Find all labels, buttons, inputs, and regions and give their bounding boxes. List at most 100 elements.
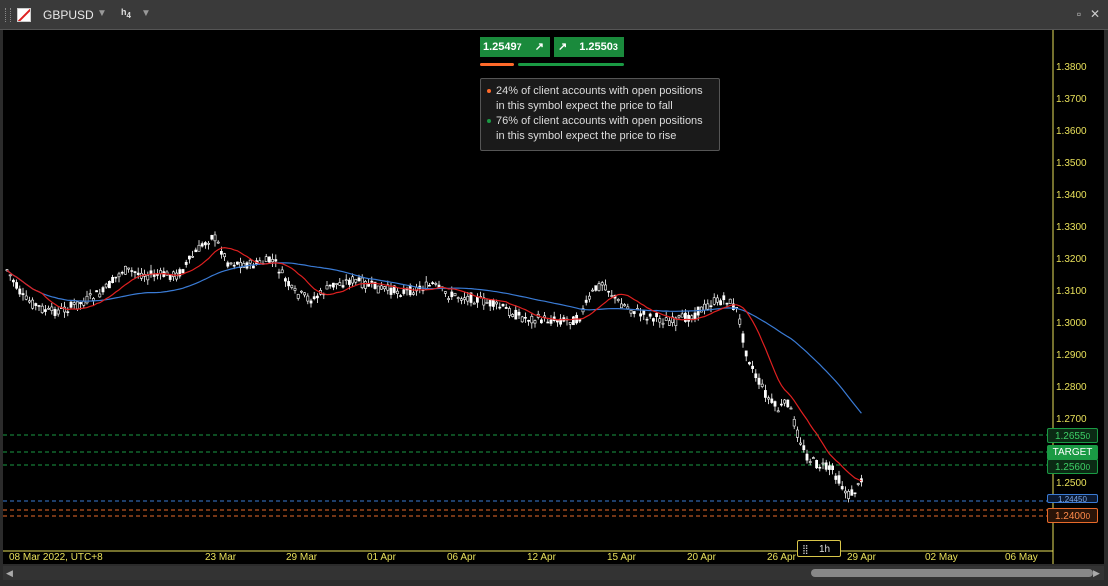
candle-body (773, 401, 777, 407)
target-tag[interactable]: TARGET (1047, 445, 1098, 460)
candle-body (344, 279, 348, 282)
candle-body (619, 303, 623, 309)
candle-body (226, 262, 230, 267)
candle-body (108, 281, 111, 289)
level-tag-green-bottom-small: 0 (1085, 463, 1091, 472)
candle-body (370, 280, 374, 283)
timeframe-dropdown-chevron-icon[interactable]: ▼ (141, 8, 151, 19)
drag-handle-icon: ⣿ (802, 544, 809, 554)
close-icon[interactable]: ✕ (1089, 8, 1101, 20)
candle-body (741, 333, 745, 343)
candle-body (69, 301, 73, 308)
candle-body (357, 277, 361, 282)
candle-body (402, 289, 406, 294)
candle-body (827, 465, 831, 470)
candle-body (306, 295, 310, 302)
scroll-right-icon[interactable]: ▶ (1093, 566, 1100, 580)
buy-arrow-icon: ↗ (558, 41, 568, 53)
candle-body (204, 242, 207, 246)
candle-body (37, 305, 41, 307)
sell-price-button[interactable]: 1.25497 ↗ (480, 37, 550, 57)
candle-body (117, 273, 121, 278)
candle-body (799, 442, 803, 445)
y-tick-label: 1.2700 (1056, 414, 1087, 425)
candle-body (728, 298, 732, 304)
candle-body (661, 322, 665, 325)
candle-body (712, 297, 716, 305)
buy-price-button[interactable]: ↗ 1.25503 (554, 37, 624, 57)
candle-body (763, 390, 767, 398)
candle-body (111, 277, 115, 283)
candle-body (341, 285, 345, 288)
candle-body (197, 244, 201, 252)
level-tag-orange[interactable]: 1.24000 (1047, 508, 1098, 523)
candle-body (811, 457, 815, 459)
candle-body (843, 490, 847, 494)
x-tick-label: 01 Apr (367, 552, 396, 563)
x-tick-label: 02 May (925, 552, 958, 563)
moving-average-slow (6, 262, 862, 414)
candle-body (754, 373, 758, 379)
candle-body (252, 265, 255, 269)
level-tag-orange-small: 0 (1085, 512, 1091, 521)
candle-body (130, 270, 134, 272)
candle-body (488, 300, 492, 307)
candle-body (210, 235, 214, 240)
candle-body (21, 293, 25, 296)
timeframe-sub: 4 (126, 10, 131, 20)
y-tick-label: 1.3600 (1056, 126, 1087, 137)
scrollbar-thumb[interactable] (811, 569, 1093, 577)
candle-body (603, 284, 607, 291)
buy-sentiment-line2: in this symbol expect the price to rise (496, 130, 677, 142)
candle-body (853, 492, 857, 495)
level-tag-green-top-value: 1.2655 (1054, 431, 1086, 442)
candle-body (50, 306, 54, 311)
candle-body (427, 284, 431, 287)
timeframe-handle[interactable]: ⣿ 1h (797, 540, 841, 557)
candle-body (411, 292, 415, 295)
horizontal-scrollbar[interactable]: ◀ ▶ (3, 566, 1104, 580)
candle-body (597, 283, 601, 291)
candle-body (383, 286, 387, 290)
drag-handle-icon[interactable] (5, 8, 11, 22)
sentiment-tooltip: 24% of client accounts with open positio… (480, 78, 720, 151)
level-tag-blue[interactable]: 1.24450 (1047, 494, 1098, 503)
candle-body (786, 399, 790, 408)
y-tick-label: 1.2800 (1056, 382, 1087, 393)
level-tag-green-bottom[interactable]: 1.25600 (1047, 459, 1098, 474)
candle-body (120, 271, 124, 274)
candle-body (303, 292, 307, 296)
candle-body (738, 318, 742, 325)
level-tag-green-top[interactable]: 1.26550 (1047, 428, 1098, 443)
candle-body (645, 318, 649, 321)
candle-body (79, 302, 83, 305)
candle-body (856, 483, 860, 485)
scroll-left-icon[interactable]: ◀ (6, 566, 13, 580)
candle-body (760, 383, 764, 387)
candle-body (472, 302, 476, 305)
candle-body (751, 365, 755, 369)
candle-body (616, 299, 620, 301)
buy-sentiment-line1: 76% of client accounts with open positio… (496, 115, 703, 127)
candle-body (626, 306, 630, 309)
candle-body (15, 282, 19, 289)
candle-body (27, 300, 31, 303)
candle-body (651, 318, 655, 322)
timeframe-selector[interactable]: h4 (121, 7, 131, 20)
candle-body (815, 460, 819, 469)
candle-body (363, 281, 367, 289)
candle-body (632, 311, 636, 315)
candle-body (607, 290, 611, 293)
symbol-dropdown-chevron-icon[interactable]: ▼ (97, 8, 107, 19)
candle-body (757, 377, 761, 385)
candle-body (220, 251, 223, 255)
symbol-name[interactable]: GBPUSD (43, 8, 94, 22)
candle-body (200, 243, 204, 247)
candle-body (703, 303, 707, 311)
candle-body (655, 313, 659, 317)
candle-body (95, 290, 99, 293)
candle-body (8, 274, 12, 277)
maximize-icon[interactable]: ▫ (1073, 8, 1085, 20)
x-tick-label: 26 Apr (767, 552, 796, 563)
y-tick-label: 1.2900 (1056, 350, 1087, 361)
